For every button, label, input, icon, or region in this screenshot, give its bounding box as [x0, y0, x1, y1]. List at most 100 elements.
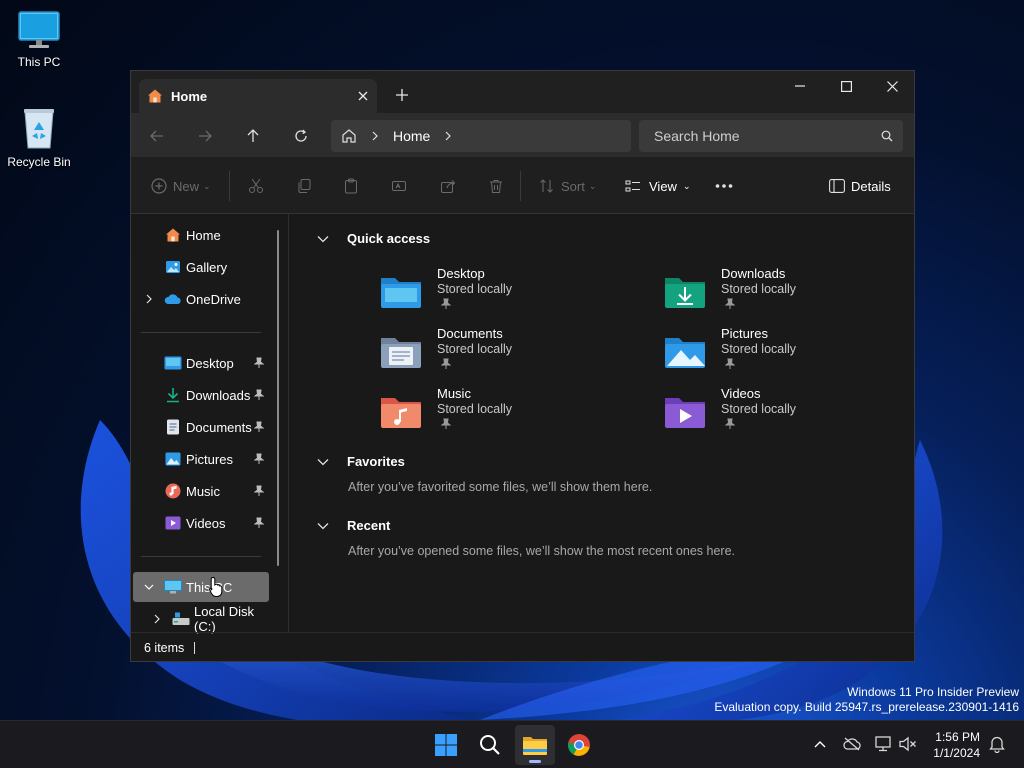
share-icon [441, 180, 456, 193]
pin-icon [253, 356, 265, 370]
clock[interactable]: 1:56 PM 1/1/2024 [922, 729, 980, 761]
view-list-icon [625, 180, 640, 192]
tab-home[interactable]: Home [139, 79, 377, 113]
sidebar-item-videos[interactable]: Videos [133, 508, 269, 538]
chevron-down-icon [317, 456, 331, 468]
quick-access-status: Stored locally [437, 402, 513, 416]
search-icon [480, 735, 500, 755]
pin-icon [441, 298, 451, 309]
sidebar-item-gallery[interactable]: Gallery [133, 252, 269, 282]
home-content: Quick access Desktop Stored locally Down… [289, 214, 915, 632]
clipboard-icon [345, 178, 357, 194]
maximize-icon [840, 80, 852, 92]
sidebar-item-local-disk[interactable]: Local Disk (C:) [133, 604, 269, 634]
sort-button[interactable]: Sort ⌄ [539, 173, 596, 199]
new-tab-button[interactable] [389, 83, 415, 107]
search-icon [881, 130, 893, 142]
quick-access-name: Videos [721, 386, 761, 401]
refresh-button[interactable] [283, 121, 319, 151]
start-button[interactable] [426, 725, 466, 765]
minimize-icon [795, 85, 805, 87]
network-tray-icon[interactable] [872, 733, 894, 755]
copy-button[interactable] [296, 173, 312, 199]
breadcrumb-home[interactable]: Home [393, 128, 430, 144]
sidebar-item-music[interactable]: Music [133, 476, 269, 506]
chevron-right-icon[interactable] [151, 612, 163, 626]
sidebar-item-home[interactable]: Home [133, 220, 269, 250]
address-bar[interactable]: Home [331, 120, 631, 152]
new-label: New [173, 178, 200, 194]
sidebar-item-downloads[interactable]: Downloads [133, 380, 269, 410]
view-button[interactable]: View ⌄ [625, 173, 691, 199]
sidebar-item-label: Home [186, 227, 221, 243]
watermark-line2: Evaluation copy. Build 25947.rs_prerelea… [714, 700, 1019, 714]
new-button[interactable]: New ⌄ [151, 173, 211, 199]
clock-time: 1:56 PM [935, 730, 980, 744]
status-bar: 6 items [131, 632, 914, 662]
close-tab-icon[interactable] [349, 84, 377, 108]
videos-folder-icon [665, 398, 705, 428]
cut-button[interactable] [248, 173, 264, 199]
pictures-icon [164, 450, 182, 468]
desktop-icon-recycle-bin[interactable]: Recycle Bin [0, 106, 79, 169]
section-favorites[interactable]: Favorites [317, 454, 405, 469]
quick-access-documents[interactable]: Documents Stored locally [379, 326, 619, 382]
sidebar-item-onedrive[interactable]: OneDrive [133, 284, 269, 314]
quick-access-music[interactable]: Music Stored locally [379, 386, 619, 442]
quick-access-name: Desktop [437, 266, 485, 281]
sidebar-item-this-pc[interactable]: This PC [133, 572, 269, 602]
pin-icon [253, 420, 265, 434]
quick-access-status: Stored locally [721, 282, 797, 296]
maximize-button[interactable] [823, 71, 869, 101]
desktop-icon-this-pc[interactable]: This PC [0, 10, 79, 69]
notifications-button[interactable] [986, 733, 1008, 755]
show-hidden-icons-button[interactable] [809, 733, 831, 755]
search-button[interactable] [470, 725, 510, 765]
windows-logo-icon [435, 734, 457, 756]
quick-access-name: Pictures [721, 326, 768, 341]
chrome-button[interactable] [559, 725, 599, 765]
quick-access-downloads[interactable]: Downloads Stored locally [663, 266, 903, 322]
chevron-right-icon[interactable] [143, 292, 155, 306]
sidebar-item-pictures[interactable]: Pictures [133, 444, 269, 474]
title-bar: Home [131, 71, 914, 113]
chevron-down-icon[interactable] [143, 580, 155, 594]
quick-access-videos[interactable]: Videos Stored locally [663, 386, 903, 442]
music-folder-icon [381, 398, 421, 428]
rename-button[interactable] [391, 173, 407, 199]
share-button[interactable] [440, 173, 456, 199]
chevron-right-icon [372, 131, 378, 141]
paste-button[interactable] [343, 173, 359, 199]
section-recent[interactable]: Recent [317, 518, 390, 533]
sidebar-item-documents[interactable]: Documents [133, 412, 269, 442]
more-options-button[interactable] [715, 173, 733, 199]
quick-access-desktop[interactable]: Desktop Stored locally [379, 266, 619, 322]
sidebar-item-label: Local Disk (C:) [194, 604, 254, 634]
minimize-button[interactable] [777, 71, 823, 101]
item-count: 6 items [144, 640, 185, 655]
music-icon [164, 482, 182, 500]
sidebar-item-desktop[interactable]: Desktop [133, 348, 269, 378]
delete-button[interactable] [488, 173, 504, 199]
file-explorer-taskbar-button[interactable] [515, 725, 555, 765]
quick-access-pictures[interactable]: Pictures Stored locally [663, 326, 903, 382]
pin-icon [253, 484, 265, 498]
navigation-pane: Home Gallery OneDrive Desktop Downloads … [131, 214, 281, 634]
volume-tray-icon[interactable] [897, 733, 919, 755]
search-box[interactable]: Search Home [639, 120, 903, 152]
pin-icon [441, 358, 451, 369]
close-icon [886, 80, 898, 92]
desktop-folder-icon [381, 278, 421, 308]
back-button[interactable] [139, 121, 175, 151]
onedrive-tray-icon[interactable] [841, 733, 863, 755]
pin-icon [253, 388, 265, 402]
close-window-button[interactable] [869, 71, 915, 101]
taskbar: 1:56 PM 1/1/2024 [0, 720, 1024, 768]
section-quick-access[interactable]: Quick access [317, 231, 430, 246]
sidebar-item-label: Documents [186, 419, 252, 435]
forward-button[interactable] [187, 121, 223, 151]
details-button[interactable]: Details [829, 173, 891, 199]
sidebar-scrollbar[interactable] [277, 230, 279, 566]
network-icon [875, 736, 891, 752]
up-button[interactable] [235, 121, 271, 151]
